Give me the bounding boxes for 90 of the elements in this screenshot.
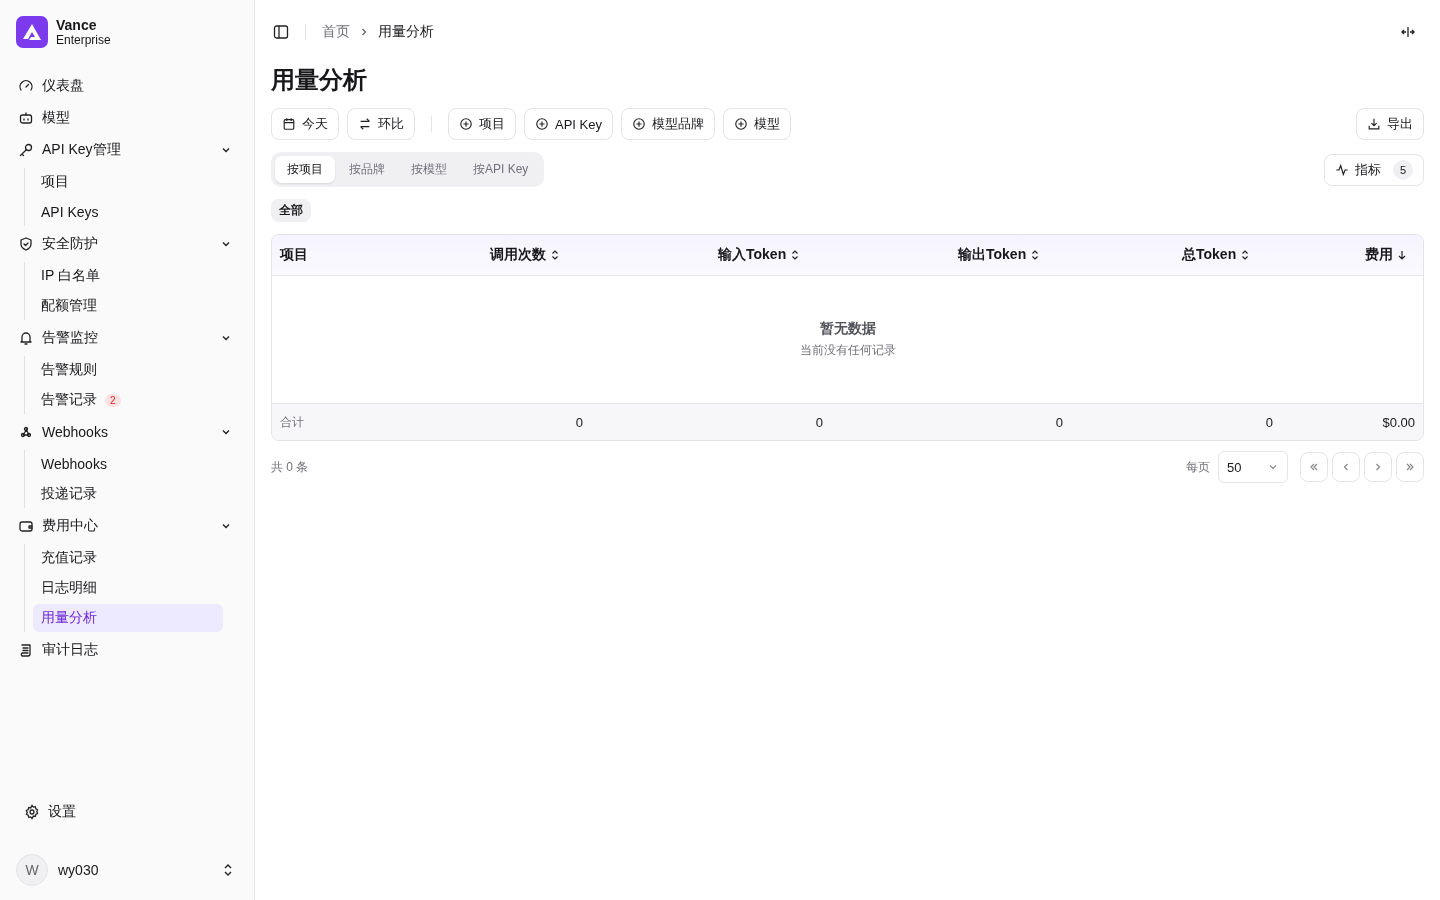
view-tab[interactable]: 按API Key — [461, 156, 541, 183]
scroll-icon — [18, 642, 34, 658]
column-header[interactable]: 调用次数 — [490, 246, 718, 264]
nav-item[interactable]: 审计日志 — [16, 634, 238, 666]
brand-subtitle: Enterprise — [56, 33, 111, 47]
sort-icon — [1030, 249, 1041, 261]
next-page-button[interactable] — [1364, 452, 1392, 482]
shield-icon — [18, 236, 34, 252]
nav-item[interactable]: Webhooks — [16, 416, 238, 448]
brand-name: Vance — [56, 17, 98, 33]
nav-subitem[interactable]: 投递记录 — [33, 480, 223, 508]
table-cell-text: 0 — [814, 414, 823, 430]
calendar-icon — [282, 117, 296, 131]
totals-label: 合计 — [280, 413, 305, 431]
column-header[interactable]: 费用 — [1294, 246, 1407, 264]
plus-circle-icon — [535, 117, 549, 131]
previous-page-button[interactable] — [1332, 452, 1360, 482]
sort-icon — [790, 249, 801, 261]
nav-subitem[interactable]: Webhooks — [33, 450, 223, 478]
plus-circle-icon — [733, 117, 748, 131]
arrow-down-icon — [1397, 249, 1407, 261]
add-filter-button[interactable]: 模型品牌 — [620, 108, 715, 140]
add-filter-button[interactable]: 项目 — [448, 108, 516, 140]
view-tab[interactable]: 按模型 — [399, 156, 459, 183]
logo-icon — [16, 16, 48, 48]
bell-icon — [18, 330, 34, 346]
move-icon[interactable] — [1400, 24, 1416, 40]
view-tab[interactable]: 按项目 — [275, 156, 335, 183]
count-badge: 5 — [1393, 159, 1413, 180]
nav-item[interactable]: 模型 — [16, 102, 238, 134]
nav-subitem[interactable]: 告警记录 2 — [33, 386, 223, 414]
user-avatar: W — [16, 854, 48, 886]
sort-icon — [1240, 249, 1251, 261]
column-header[interactable]: 输入Token — [718, 246, 958, 264]
page-title: 用量分析 — [271, 65, 368, 95]
pulse-icon — [1335, 162, 1349, 177]
nav-item[interactable]: 告警监控 — [16, 322, 238, 354]
nav-item[interactable]: 安全防护 — [16, 228, 238, 260]
nav-subitem[interactable]: 充值记录 — [33, 544, 223, 572]
table-cell-text: 0 — [574, 414, 583, 430]
webhook-icon — [18, 424, 34, 440]
sort-icon — [550, 249, 560, 261]
add-filter-button[interactable]: API Key — [524, 108, 613, 140]
double-chevron-left-icon — [1308, 461, 1320, 473]
total-count: 共 0 条 — [271, 458, 309, 476]
nav-subitem[interactable]: 配额管理 — [33, 292, 223, 320]
plus-circle-icon — [631, 117, 646, 131]
key-icon — [18, 142, 34, 158]
empty-title: 暂无数据 — [819, 320, 876, 338]
breadcrumb-link[interactable]: 首页 — [322, 23, 350, 41]
count-badge: 2 — [105, 393, 121, 407]
nav-item[interactable]: 费用中心 — [16, 510, 238, 542]
column-header[interactable]: 项目 — [280, 246, 490, 264]
swap-icon — [358, 117, 372, 131]
view-tab[interactable]: 按品牌 — [337, 156, 397, 183]
per-page-label: 每页 — [1186, 458, 1210, 476]
double-chevron-right-icon — [1404, 461, 1416, 473]
download-icon — [1367, 117, 1381, 131]
settings-icon — [24, 804, 40, 820]
user-name: wy030 — [58, 862, 100, 878]
nav-item[interactable]: 仪表盘 — [16, 70, 238, 102]
expand-icon[interactable] — [222, 862, 234, 878]
metrics-button[interactable]: 指标 5 — [1324, 153, 1424, 186]
nav-item[interactable]: API Key管理 — [16, 134, 238, 166]
empty-text: 当前没有任何记录 — [799, 342, 896, 359]
filter-chip[interactable]: 全部 — [271, 199, 311, 222]
first-page-button[interactable] — [1300, 452, 1328, 482]
export-button[interactable]: 导出 — [1356, 108, 1424, 140]
per-page-select[interactable]: 50 — [1218, 451, 1288, 483]
filter-button[interactable]: 环比 — [347, 108, 415, 140]
plus-circle-icon — [459, 117, 473, 131]
nav-subitem[interactable]: 项目 — [33, 168, 223, 196]
column-header[interactable]: 总Token — [1182, 246, 1295, 264]
table-cell-text: $0.00 — [1381, 414, 1415, 430]
sidebar-toggle-icon[interactable] — [273, 24, 289, 40]
breadcrumb-current: 用量分析 — [378, 23, 434, 41]
add-filter-button[interactable]: 模型 — [722, 108, 791, 140]
robot-icon — [18, 110, 34, 126]
nav-subitem[interactable]: 告警规则 — [33, 356, 223, 384]
filter-button[interactable]: 今天 — [271, 108, 339, 140]
column-header[interactable]: 输出Token — [958, 246, 1182, 264]
last-page-button[interactable] — [1396, 452, 1424, 482]
nav-subitem[interactable]: API Keys — [33, 198, 223, 226]
settings-item[interactable]: 设置 — [16, 796, 238, 828]
table-cell-text: 0 — [1054, 414, 1063, 430]
nav-subitem[interactable]: 用量分析 — [33, 604, 223, 632]
wallet-icon — [18, 518, 34, 534]
table-cell-text: 0 — [1264, 414, 1273, 430]
nav-subitem[interactable]: 日志明细 — [33, 574, 223, 602]
nav-subitem[interactable]: IP 白名单 — [33, 262, 223, 290]
